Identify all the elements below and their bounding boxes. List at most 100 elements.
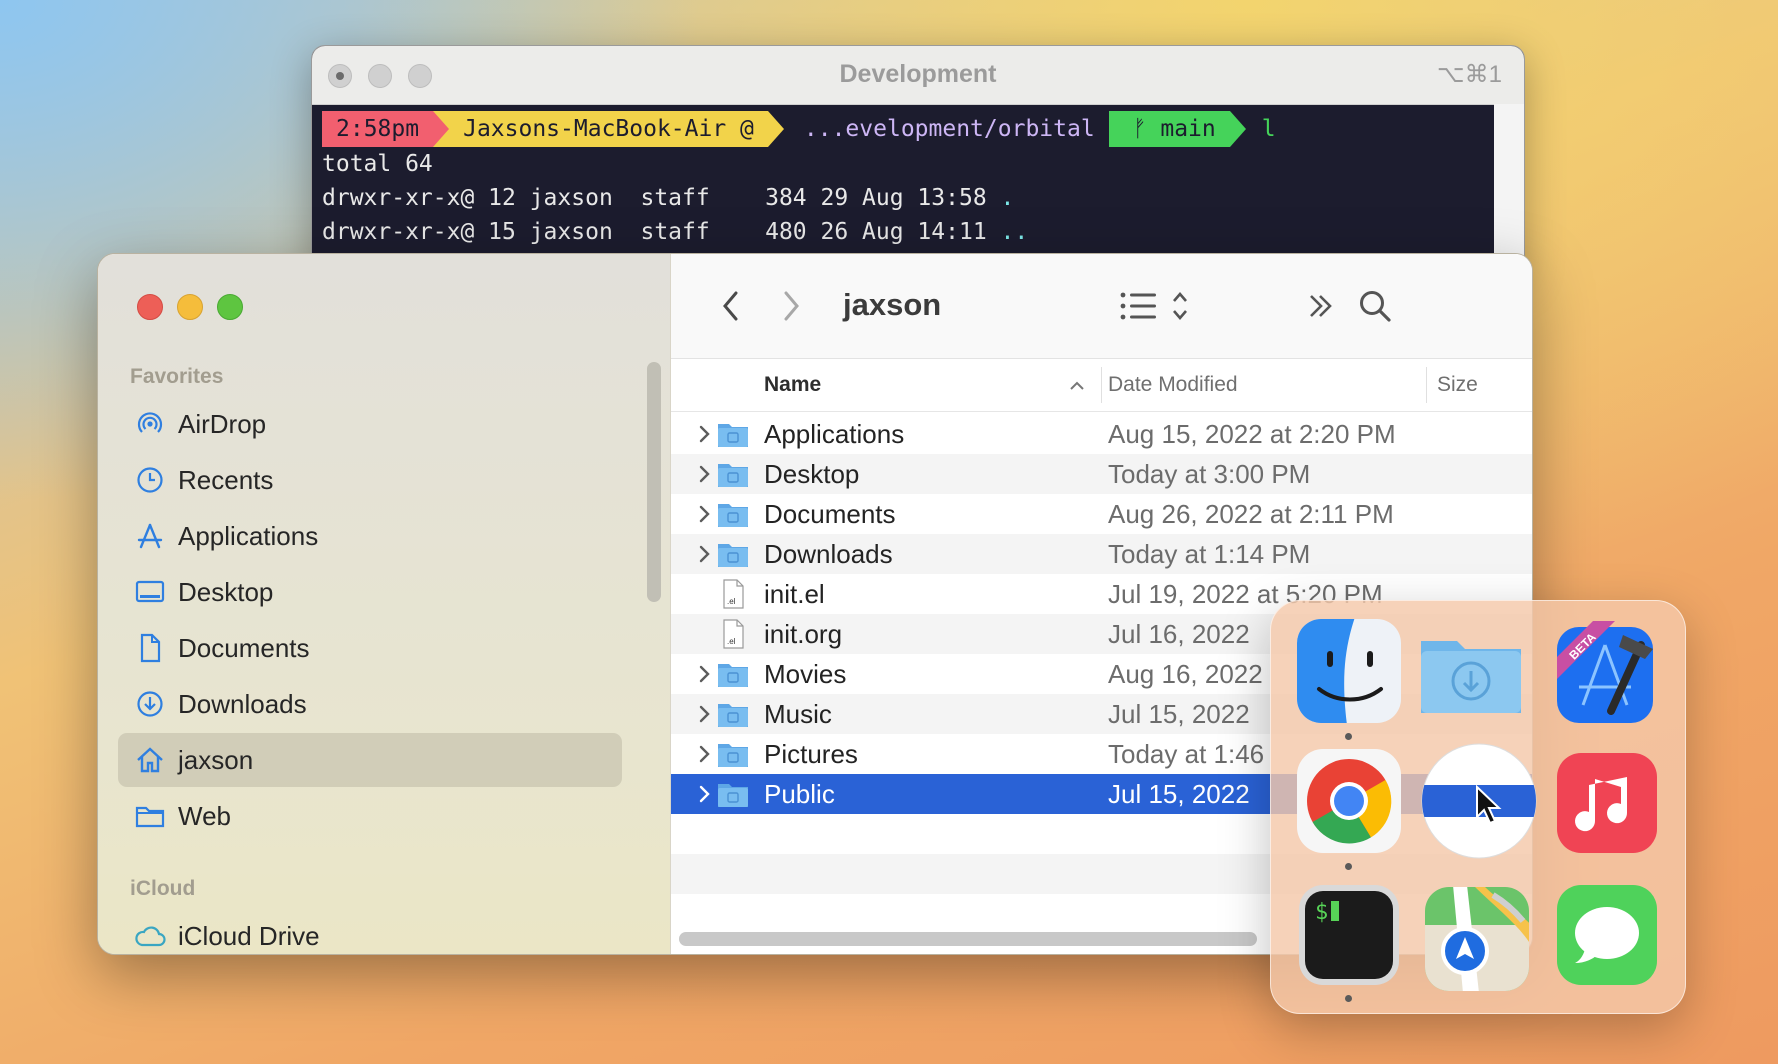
sidebar-item-documents[interactable]: Documents (118, 621, 622, 675)
search-button[interactable] (1355, 282, 1395, 330)
file-name: Pictures (764, 738, 858, 769)
file-name: init.org (764, 618, 843, 649)
chrome-app-icon[interactable] (1295, 747, 1403, 870)
chevron-left-icon (723, 291, 738, 321)
close-button[interactable] (137, 294, 163, 320)
sidebar-item-downloads[interactable]: Downloads (118, 677, 622, 731)
sidebar-item-applications[interactable]: Applications (118, 509, 622, 563)
disclosure-chevron-icon[interactable] (695, 774, 715, 814)
app-stack-popover: BETA $ (1270, 600, 1686, 1014)
folder-icon (717, 659, 749, 689)
running-indicator (1345, 863, 1352, 870)
file-row[interactable]: Downloads Today at 1:14 PM (671, 534, 1532, 574)
downloads-folder-app-icon[interactable] (1417, 617, 1525, 725)
folder-icon (717, 779, 749, 809)
disclosure-chevron-icon[interactable] (695, 414, 715, 454)
prompt-host: Jaxsons-MacBook-Air @ (449, 111, 768, 147)
file-row[interactable]: Documents Aug 26, 2022 at 2:11 PM (671, 494, 1532, 534)
sidebar-section-icloud: iCloud (130, 877, 196, 900)
orbital-app-icon[interactable] (1421, 743, 1537, 859)
column-date-modified[interactable]: Date Modified (1108, 373, 1238, 397)
sidebar-item-jaxson[interactable]: jaxson (118, 733, 622, 787)
chevron-right-icon (784, 291, 799, 321)
shell-prompt: 2:58pm Jaxsons-MacBook-Air @ ...evelopme… (322, 111, 1514, 147)
prompt-git-branch: ᚠ main (1108, 111, 1230, 147)
disclosure-chevron-icon[interactable] (695, 694, 715, 734)
cloud-icon (132, 918, 168, 954)
prompt-time: 2:58pm (322, 111, 434, 147)
file-date-modified: Today at 1:46 (1108, 738, 1265, 769)
svg-text:$: $ (1315, 900, 1328, 925)
airdrop-icon (132, 406, 168, 442)
xcode-beta-app-icon[interactable]: BETA (1553, 617, 1661, 725)
column-size[interactable]: Size (1437, 373, 1478, 397)
clock-icon (132, 462, 168, 498)
messages-app-icon[interactable] (1553, 883, 1661, 991)
file-date-modified: Aug 15, 2022 at 2:20 PM (1108, 418, 1396, 449)
forward-button[interactable] (771, 282, 811, 330)
sort-ascending-icon (1070, 381, 1084, 390)
folder-icon (717, 539, 749, 569)
sidebar-item-airdrop[interactable]: AirDrop (118, 397, 622, 451)
folder-icon (717, 459, 749, 489)
finder-toolbar: jaxson (671, 254, 1532, 359)
prompt-command: l (1261, 116, 1276, 142)
terminal-app-icon[interactable]: $ (1295, 883, 1403, 1002)
terminal-line: drwxr-xr-x@ 15 jaxson staff 480 26 Aug 1… (322, 219, 1029, 245)
view-options-button[interactable] (1119, 282, 1189, 330)
zoom-button[interactable] (217, 294, 243, 320)
maps-app-icon[interactable] (1423, 885, 1531, 993)
folder-icon (132, 798, 168, 834)
disclosure-chevron-icon[interactable] (695, 654, 715, 694)
file-date-modified: Jul 16, 2022 (1108, 618, 1250, 649)
more-toolbar-items-button[interactable] (1301, 282, 1341, 330)
file-icon: .el (717, 619, 749, 649)
terminal-shortcut: ⌥⌘1 (1436, 61, 1502, 88)
folder-icon (717, 419, 749, 449)
disclosure-chevron-icon[interactable] (695, 534, 715, 574)
disclosure-chevron-icon[interactable] (695, 454, 715, 494)
column-header: Name Date Modified Size (671, 359, 1532, 412)
disclosure-chevron-icon[interactable] (695, 494, 715, 534)
file-row[interactable]: Applications Aug 15, 2022 at 2:20 PM (671, 414, 1532, 454)
terminal-output[interactable]: 2:58pm Jaxsons-MacBook-Air @ ...evelopme… (312, 105, 1524, 249)
sidebar-scrollbar[interactable] (647, 362, 661, 602)
file-name: Music (764, 698, 832, 729)
minimize-button[interactable] (177, 294, 203, 320)
horizontal-scrollbar[interactable] (679, 932, 1257, 946)
file-date-modified: Aug 16, 2022 (1108, 658, 1263, 689)
file-name: init.el (764, 578, 825, 609)
home-icon (132, 742, 168, 778)
search-icon (1360, 291, 1391, 322)
download-icon (132, 686, 168, 722)
terminal-titlebar[interactable]: Development ⌥⌘1 (312, 46, 1524, 105)
desktop-icon (132, 574, 168, 610)
finder-app-icon[interactable] (1295, 617, 1403, 740)
svg-text:.el: .el (727, 597, 736, 606)
terminal-line: total 64 (322, 151, 433, 177)
svg-text:.el: .el (727, 637, 736, 646)
sidebar-item-recents[interactable]: Recents (118, 453, 622, 507)
sidebar-item-icloud-drive[interactable]: iCloud Drive (118, 909, 622, 954)
music-app-icon[interactable] (1553, 751, 1661, 859)
back-button[interactable] (711, 282, 751, 330)
finder-sidebar: Favorites AirDrop Recents Applications D… (98, 254, 671, 954)
file-name: Public (764, 778, 835, 809)
file-name: Movies (764, 658, 847, 689)
terminal-window[interactable]: Development ⌥⌘1 2:58pm Jaxsons-MacBook-A… (311, 45, 1525, 277)
file-name: Applications (764, 418, 905, 449)
file-row[interactable]: Desktop Today at 3:00 PM (671, 454, 1532, 494)
sidebar-item-web[interactable]: Web (118, 789, 622, 843)
column-name[interactable]: Name (764, 373, 821, 397)
sidebar-item-desktop[interactable]: Desktop (118, 565, 622, 619)
file-date-modified: Jul 15, 2022 (1108, 698, 1250, 729)
running-indicator (1345, 733, 1352, 740)
file-date-modified: Today at 1:14 PM (1108, 538, 1311, 569)
terminal-title: Development (839, 60, 997, 88)
disclosure-chevron-icon[interactable] (695, 734, 715, 774)
file-date-modified: Aug 26, 2022 at 2:11 PM (1108, 498, 1394, 529)
file-name: Documents (764, 498, 896, 529)
applications-icon (132, 518, 168, 554)
double-chevron-icon (1310, 295, 1332, 317)
terminal-scrollbar[interactable] (1494, 104, 1524, 276)
